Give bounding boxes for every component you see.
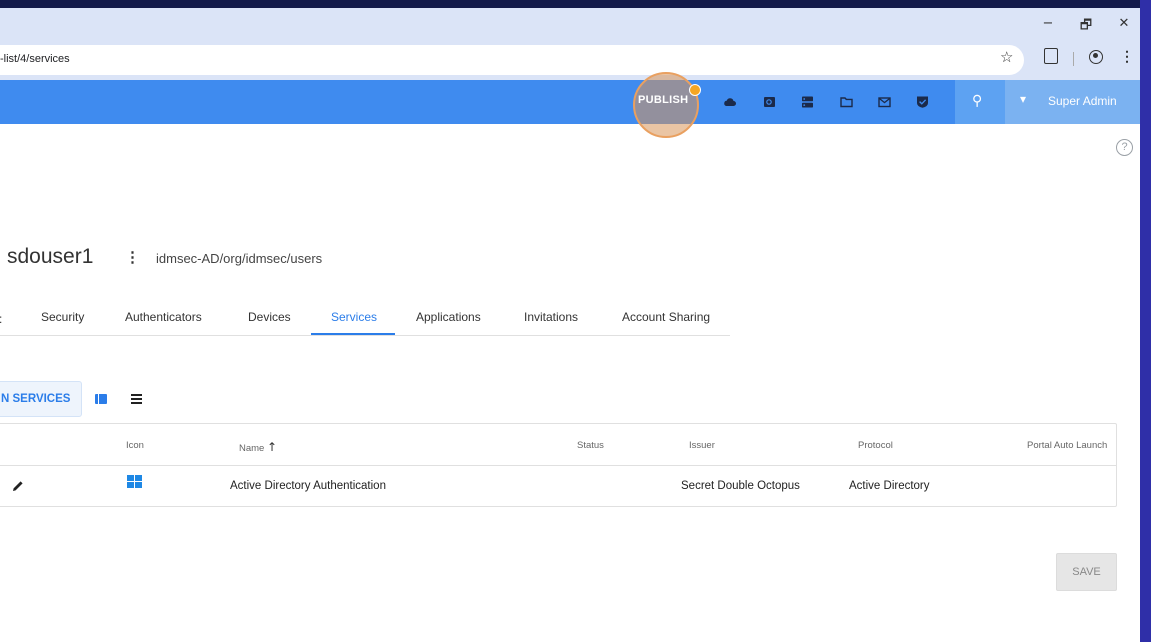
column-header-status: Status: [577, 440, 604, 451]
address-bar[interactable]: -list/4/services: [0, 45, 1024, 75]
column-header-name-label: Name: [239, 443, 265, 454]
tab-invitations[interactable]: Invitations: [524, 310, 578, 324]
services-table: Icon Name ↑ Status Issuer Protocol Porta…: [0, 423, 1117, 507]
tab-partial[interactable]: :: [0, 312, 2, 326]
menu-icon[interactable]: ⋮: [1120, 48, 1134, 65]
user-tabs: : Security Authenticators Devices Servic…: [0, 300, 730, 336]
column-header-auto-launch: Portal Auto Launch: [1027, 440, 1108, 451]
publish-notification-dot: [689, 84, 701, 96]
user-name: sdouser1: [7, 245, 94, 268]
window-edge: [1140, 0, 1151, 642]
tab-applications[interactable]: Applications: [416, 310, 481, 324]
table-row[interactable]: Active Directory Authentication Secret D…: [0, 465, 1116, 507]
tab-devices[interactable]: Devices: [248, 310, 291, 324]
cloud-icon[interactable]: [723, 96, 736, 108]
shield-check-icon[interactable]: [916, 96, 929, 108]
column-header-issuer: Issuer: [689, 440, 715, 451]
tab-services[interactable]: Services: [331, 310, 377, 324]
help-icon[interactable]: ?: [1116, 139, 1133, 156]
star-icon[interactable]: ☆: [1000, 48, 1013, 66]
url-text: -list/4/services: [0, 53, 70, 65]
windows-logo-icon: [127, 475, 143, 497]
column-header-protocol: Protocol: [858, 440, 893, 451]
app-header: PUBLISH ⚲ ▾ Super Admin: [0, 72, 1140, 138]
card-view-icon[interactable]: [95, 394, 107, 404]
server-icon[interactable]: [801, 96, 814, 108]
more-options-icon[interactable]: ⋮: [125, 248, 140, 266]
mail-icon[interactable]: [878, 96, 891, 108]
restore-icon[interactable]: 🗗: [1076, 16, 1096, 34]
service-issuer: Secret Double Octopus: [681, 480, 800, 492]
folder-icon[interactable]: [840, 96, 853, 108]
column-header-name[interactable]: Name ↑: [239, 440, 277, 454]
publish-button[interactable]: PUBLISH: [638, 94, 688, 106]
address-bar-row: -list/4/services ☆ ⋮: [0, 42, 1140, 80]
close-icon[interactable]: ✕: [1114, 16, 1134, 34]
list-view-icon[interactable]: [131, 394, 142, 404]
assign-services-button[interactable]: N SERVICES: [0, 381, 82, 417]
admin-label[interactable]: Super Admin: [1048, 94, 1117, 108]
column-header-icon: Icon: [126, 440, 144, 451]
save-button[interactable]: SAVE: [1056, 553, 1117, 591]
chevron-down-icon[interactable]: ▾: [1020, 92, 1026, 106]
active-tab-indicator: [311, 333, 395, 335]
search-doc-icon[interactable]: [763, 96, 776, 108]
tab-authenticators[interactable]: Authenticators: [125, 310, 202, 324]
tab-security[interactable]: Security: [41, 310, 84, 324]
edit-icon[interactable]: [11, 479, 25, 493]
browser-title-bar: − 🗗 ✕: [0, 8, 1140, 42]
sort-arrow-icon[interactable]: ↑: [267, 440, 277, 454]
search-icon[interactable]: ⚲: [972, 93, 982, 109]
tab-account-sharing[interactable]: Account Sharing: [622, 310, 710, 324]
service-protocol: Active Directory: [849, 480, 930, 492]
browser-window: − 🗗 ✕ -list/4/services ☆ ⋮ PUBLISH ⚲ ▾ S…: [0, 8, 1140, 642]
service-name: Active Directory Authentication: [230, 480, 386, 492]
profile-icon[interactable]: [1089, 50, 1103, 64]
user-path: idmsec-AD/org/idmsec/users: [156, 251, 323, 266]
toolbar-divider: [1073, 52, 1074, 66]
minimize-icon[interactable]: −: [1038, 16, 1058, 34]
extensions-icon[interactable]: [1044, 48, 1058, 64]
